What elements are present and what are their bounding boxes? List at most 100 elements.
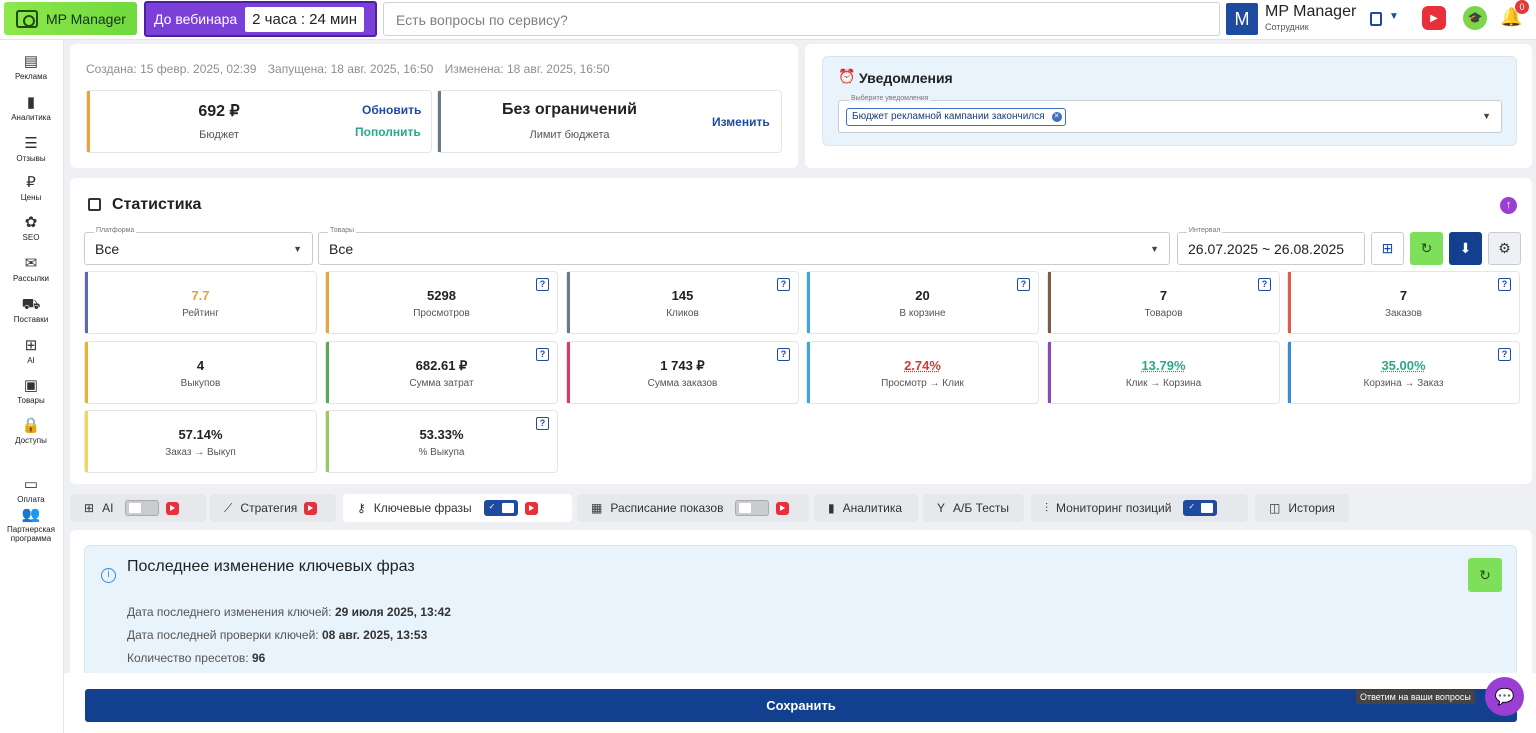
top-bar: MP Manager До вебинара 2 часа : 24 мин Е… xyxy=(0,0,1536,40)
sidebar-item-10[interactable]: ▭ Оплата xyxy=(0,477,62,505)
chip-remove-icon[interactable]: ✕ xyxy=(1051,112,1062,122)
logo-icon xyxy=(16,9,38,28)
account-name[interactable]: MP Manager xyxy=(1265,3,1356,21)
platform-select[interactable]: Платформа Все ▼ xyxy=(84,227,313,265)
logo[interactable]: MP Manager xyxy=(4,2,137,35)
refresh-button[interactable]: ↻ xyxy=(1468,558,1502,592)
analytics-icon: ▮ xyxy=(26,94,36,111)
tab-label: Аналитика xyxy=(842,501,903,515)
limit-change-link[interactable]: Изменить xyxy=(712,115,770,129)
goods-select[interactable]: Товары Все ▼ xyxy=(318,227,1170,265)
budget-update-link[interactable]: Обновить xyxy=(362,103,421,117)
help-icon[interactable]: ? xyxy=(1498,348,1511,361)
metric-value: 5298 xyxy=(427,288,456,303)
budget-topup-link[interactable]: Пополнить xyxy=(355,125,421,139)
metric-card: 682.61 ₽ Сумма затрат? xyxy=(325,341,558,404)
metric-label: Сумма заказов xyxy=(647,378,718,389)
help-icon[interactable]: ? xyxy=(536,278,549,291)
copy-icon[interactable] xyxy=(1370,12,1382,26)
metric-value: 35.00% xyxy=(1381,358,1426,373)
box-icon: ▣ xyxy=(23,377,39,394)
video-icon[interactable]: ▶ xyxy=(1422,6,1446,30)
keys-changed-label: Дата последнего изменения ключей: xyxy=(127,605,335,619)
seo-icon: ✿ xyxy=(24,214,38,231)
tab-strategy[interactable]: ⟋ Стратегия xyxy=(210,494,336,522)
sidebar-item-5[interactable]: ✉ Рассылки xyxy=(0,256,62,284)
tab-schedule[interactable]: ▦ Расписание показов xyxy=(577,494,809,522)
account-role: Сотрудник xyxy=(1265,22,1309,32)
sidebar-item-9[interactable]: 🔒 Доступы xyxy=(0,418,62,446)
chevron-down-icon[interactable]: ▼ xyxy=(1482,111,1491,121)
help-icon[interactable]: ? xyxy=(536,417,549,430)
sidebar-item-11[interactable]: 👥 Партнерская программа xyxy=(0,507,62,544)
metric-value: 2.74% xyxy=(904,358,941,373)
help-icon[interactable]: ? xyxy=(1498,278,1511,291)
video-icon[interactable] xyxy=(304,501,318,515)
tab-toggle[interactable] xyxy=(483,500,518,516)
sidebar-item-label: Оплата xyxy=(17,495,45,504)
sidebar-item-3[interactable]: ₽ Цены xyxy=(0,175,62,203)
graduation-cap-icon[interactable]: 🎓 xyxy=(1463,6,1487,30)
sidebar-item-0[interactable]: ▤ Реклама xyxy=(0,54,62,82)
download-button[interactable]: ⬇ xyxy=(1449,232,1482,265)
tab-ab[interactable]: Y А/Б Тесты xyxy=(923,494,1024,522)
sidebar-item-label: Отзывы xyxy=(16,154,46,163)
help-icon[interactable]: ? xyxy=(777,278,790,291)
notifications-title: Уведомления xyxy=(859,70,953,86)
save-button[interactable]: Сохранить xyxy=(85,689,1517,722)
tab-analytics[interactable]: ▮ Аналитика xyxy=(814,494,918,522)
metric-label: Корзина → Заказ xyxy=(1363,378,1444,389)
key-icon: ⚷ xyxy=(357,501,366,515)
sidebar-item-6[interactable]: ⛟ Поставки xyxy=(0,296,62,325)
webinar-label: До вебинара xyxy=(154,11,238,27)
truck-icon: ⛟ xyxy=(21,296,41,313)
tab-toggle[interactable] xyxy=(735,500,770,516)
search-input[interactable]: Есть вопросы по сервису? xyxy=(383,2,1220,36)
notifications-panel: ⏰ Уведомления Выберите уведомления Бюдже… xyxy=(822,56,1517,146)
metric-card: 53.33% % Выкупа? xyxy=(325,410,558,473)
help-icon[interactable]: ? xyxy=(777,348,790,361)
tab-chip[interactable]: ⊞ AI xyxy=(70,494,206,522)
tab-toggle[interactable] xyxy=(1183,500,1218,516)
info-icon: i xyxy=(101,568,116,583)
notifications-select-label: Выберите уведомления xyxy=(849,95,931,102)
presets-value: 96 xyxy=(251,651,266,665)
tab-history[interactable]: ◫ История xyxy=(1255,494,1349,522)
video-icon[interactable] xyxy=(776,501,790,515)
sidebar-item-label: Аналитика xyxy=(11,113,51,122)
limit-value: Без ограничений xyxy=(502,101,637,118)
chevron-down-icon[interactable]: ▼ xyxy=(1389,11,1399,22)
metric-label: Заказ → Выкуп xyxy=(165,447,236,458)
tab-label: Ключевые фразы xyxy=(373,501,472,515)
sidebar-item-1[interactable]: ▮ Аналитика xyxy=(0,94,62,123)
help-icon[interactable]: ? xyxy=(536,348,549,361)
refresh-button[interactable]: ↻ xyxy=(1410,232,1443,265)
video-icon[interactable] xyxy=(166,501,180,515)
notifications-select[interactable]: Выберите уведомления Бюджет рекламной ка… xyxy=(838,95,1502,133)
help-icon[interactable]: ? xyxy=(1017,278,1030,291)
ai-chip-button[interactable]: ⊞ xyxy=(1371,232,1404,265)
sidebar-item-7[interactable]: ⊞ AI xyxy=(0,338,62,366)
analytics-icon: ▮ xyxy=(828,501,835,515)
sidebar-item-8[interactable]: ▣ Товары xyxy=(0,377,62,406)
sidebar-item-2[interactable]: ☰ Отзывы xyxy=(0,136,62,164)
metric-card: 13.79% Клик → Корзина xyxy=(1047,341,1280,404)
interval-picker[interactable]: Интервал 26.07.2025 ~ 26.08.2025 xyxy=(1177,227,1365,265)
video-icon[interactable] xyxy=(524,501,538,515)
help-icon[interactable]: ? xyxy=(1258,278,1271,291)
chart-icon xyxy=(88,198,101,211)
platform-label: Платформа xyxy=(94,227,137,234)
tab-toggle[interactable] xyxy=(125,500,160,516)
webinar-countdown[interactable]: До вебинара 2 часа : 24 мин xyxy=(144,1,377,37)
created-date: Создана: 15 февр. 2025, 02:39 xyxy=(86,62,257,76)
chat-icon[interactable]: 💬 xyxy=(1485,677,1524,716)
avatar[interactable]: M xyxy=(1226,3,1258,35)
tab-monitor[interactable]: ⫶ Мониторинг позиций xyxy=(1031,494,1248,522)
tab-key[interactable]: ⚷ Ключевые фразы xyxy=(343,494,572,522)
started-date: Запущена: 18 авг. 2025, 16:50 xyxy=(267,62,434,76)
arrow-up-icon[interactable]: ↑ xyxy=(1500,197,1517,214)
tab-label: Расписание показов xyxy=(610,501,724,515)
webinar-timer: 2 часа : 24 мин xyxy=(245,6,364,32)
settings-button[interactable]: ⚙ xyxy=(1488,232,1521,265)
sidebar-item-4[interactable]: ✿ SEO xyxy=(0,214,62,243)
